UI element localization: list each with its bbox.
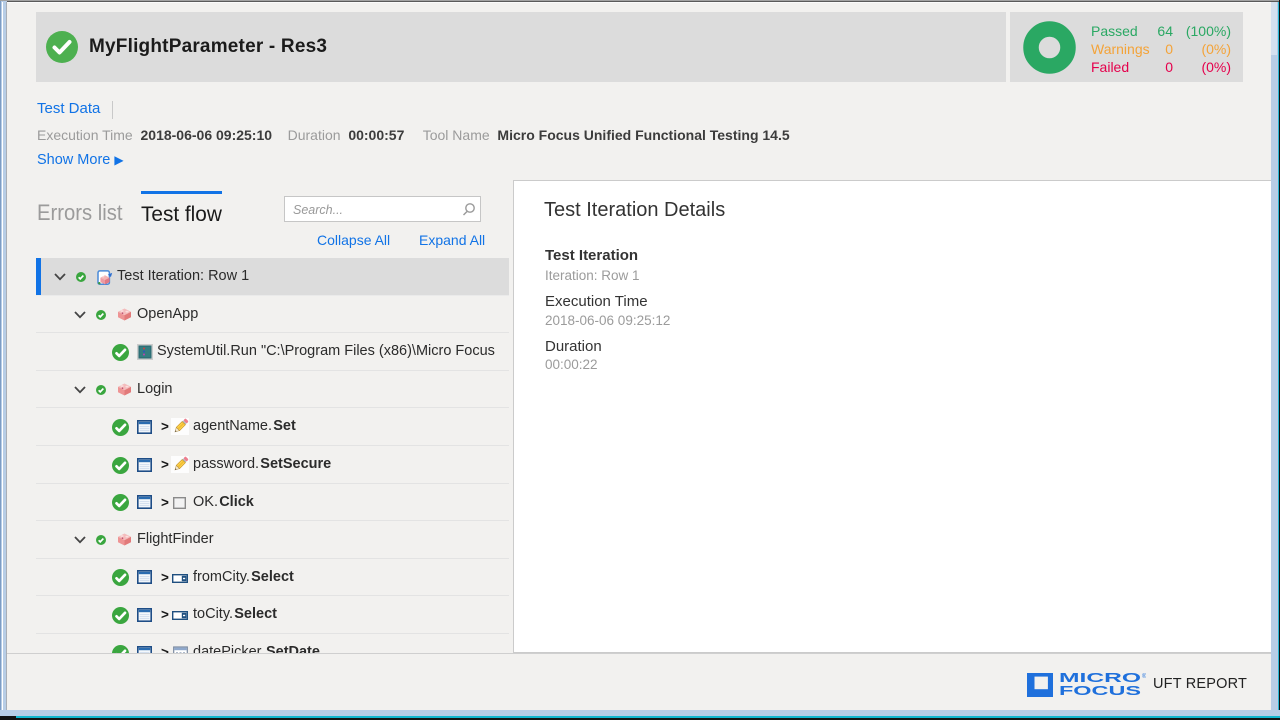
svg-text:®: ® (1142, 673, 1146, 680)
svg-text:MICRO: MICRO (1059, 671, 1142, 685)
svg-text:FOCUS: FOCUS (1059, 684, 1141, 698)
